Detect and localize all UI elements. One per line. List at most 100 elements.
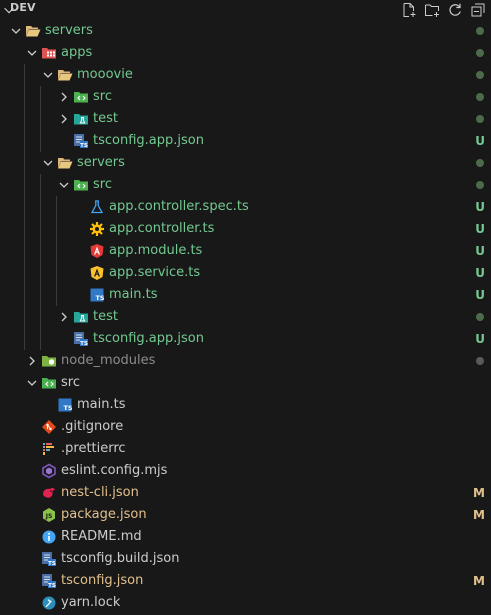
- test-flask-icon: [90, 200, 104, 214]
- tree-item-label: src: [61, 375, 80, 390]
- tree-item-label: src: [93, 89, 112, 104]
- tree-item-label: tsconfig.app.json: [93, 133, 204, 148]
- svg-text:TS: TS: [48, 583, 56, 589]
- tree-file-eslint-config-mjs[interactable]: eslint.config.mjs: [0, 460, 491, 482]
- folder-src-icon: [74, 92, 88, 103]
- tree-item-label: src: [93, 177, 112, 192]
- git-status-badge: U: [475, 332, 485, 346]
- tree-item-label: servers: [45, 23, 93, 38]
- tree-file-tsconfig-app-json[interactable]: TS tsconfig.app.json U: [0, 328, 491, 350]
- svg-text:TS: TS: [95, 294, 104, 302]
- tree-item-label: README.md: [61, 529, 142, 544]
- tree-file-app-controller-spec-ts[interactable]: app.controller.spec.ts U: [0, 196, 491, 218]
- chevron-down-icon[interactable]: [56, 177, 72, 193]
- tree-folder-src[interactable]: src: [0, 174, 491, 196]
- chevron-right-icon[interactable]: [56, 309, 72, 325]
- tsconfig-icon: TS: [42, 574, 56, 589]
- folder-node-icon: [42, 356, 56, 367]
- tree-item-label: .gitignore: [61, 419, 124, 434]
- status-dot: [476, 115, 484, 123]
- chevron-down-icon[interactable]: [40, 155, 56, 171]
- chevron-down-icon[interactable]: [40, 67, 56, 83]
- indent-guide: [40, 174, 41, 350]
- tree-file-gitignore[interactable]: .gitignore: [0, 416, 491, 438]
- tree-item-label: yarn.lock: [61, 595, 121, 610]
- chevron-down-icon[interactable]: [24, 375, 40, 391]
- tree-file-app-service-ts[interactable]: app.service.ts U: [0, 262, 491, 284]
- git-status-badge: U: [475, 266, 485, 280]
- tree-folder-servers[interactable]: servers: [0, 20, 491, 42]
- chevron-right-icon[interactable]: [56, 89, 72, 105]
- git-status-badge: U: [475, 134, 485, 148]
- tsconfig-icon: TS: [42, 552, 56, 567]
- tree-file-app-module-ts[interactable]: app.module.ts U: [0, 240, 491, 262]
- tree-item-label: eslint.config.mjs: [61, 463, 168, 478]
- tree-folder-src[interactable]: src: [0, 372, 491, 394]
- folder-apps-icon: [42, 48, 56, 59]
- git-status-badge: M: [473, 486, 485, 500]
- tree-file-yarn-lock[interactable]: yarn.lock: [0, 592, 491, 614]
- svg-text:TS: TS: [80, 143, 88, 149]
- new-file-icon[interactable]: [400, 1, 418, 19]
- tree-item-label: mooovie: [77, 67, 133, 82]
- folder-test-icon: [74, 312, 88, 323]
- chevron-right-icon[interactable]: [56, 111, 72, 127]
- tree-file-tsconfig-app-json[interactable]: TS tsconfig.app.json U: [0, 130, 491, 152]
- tree-file-app-controller-ts[interactable]: app.controller.ts U: [0, 218, 491, 240]
- tree-item-label: apps: [61, 45, 93, 60]
- git-status-badge: U: [475, 244, 485, 258]
- tree-file-package-json[interactable]: JS package.json M: [0, 504, 491, 526]
- svg-text:TS: TS: [80, 341, 88, 347]
- tsconfig-icon: TS: [74, 134, 88, 149]
- tree-item-label: main.ts: [77, 397, 126, 412]
- folder-test-icon: [74, 114, 88, 125]
- git-status-badge: U: [475, 222, 485, 236]
- tree-file-main-ts[interactable]: TS main.ts: [0, 394, 491, 416]
- tree-file-readme-md[interactable]: README.md: [0, 526, 491, 548]
- git-status-badge: U: [475, 288, 485, 302]
- chevron-down-icon[interactable]: [8, 23, 24, 39]
- chevron-right-icon[interactable]: [24, 353, 40, 369]
- tree-folder-test[interactable]: test: [0, 108, 491, 130]
- tree-item-label: package.json: [61, 507, 147, 522]
- tree-folder-servers[interactable]: servers: [0, 152, 491, 174]
- explorer-header[interactable]: DEV: [0, 0, 491, 20]
- new-folder-icon[interactable]: [423, 1, 441, 19]
- tree-folder-apps[interactable]: apps: [0, 42, 491, 64]
- tree-file-main-ts[interactable]: TS main.ts U: [0, 284, 491, 306]
- status-dot: [476, 93, 484, 101]
- tree-item-label: tsconfig.json: [61, 573, 144, 588]
- tree-folder-test[interactable]: test: [0, 306, 491, 328]
- tree-item-label: .prettierrc: [61, 441, 126, 456]
- tree-item-label: nest-cli.json: [61, 485, 139, 500]
- tree-folder-src[interactable]: src: [0, 86, 491, 108]
- folder-src-icon: [74, 180, 88, 191]
- status-dot: [476, 49, 484, 57]
- tree-item-label: servers: [77, 155, 125, 170]
- git-status-badge: M: [473, 508, 485, 522]
- tree-item-label: app.controller.spec.ts: [109, 199, 249, 214]
- collapse-all-icon[interactable]: [469, 1, 487, 19]
- tree-file-tsconfig-build-json[interactable]: TS tsconfig.build.json: [0, 548, 491, 570]
- tree-item-label: main.ts: [109, 287, 158, 302]
- typescript-icon: TS: [58, 398, 73, 412]
- tree-item-label: tsconfig.build.json: [61, 551, 180, 566]
- tree-file-prettierrc[interactable]: .prettierrc: [0, 438, 491, 460]
- chevron-down-icon[interactable]: [24, 45, 40, 61]
- prettier-icon: [43, 443, 54, 455]
- status-dot: [476, 313, 484, 321]
- folder-open-icon: [26, 26, 41, 37]
- folder-open-icon: [58, 70, 73, 81]
- status-dot: [476, 27, 484, 35]
- tree-file-nest-cli-json[interactable]: nest-cli.json M: [0, 482, 491, 504]
- status-dot: [476, 357, 484, 365]
- refresh-icon[interactable]: [446, 1, 464, 19]
- tree-file-tsconfig-json[interactable]: TS tsconfig.json M: [0, 570, 491, 592]
- tree-folder-mooovie[interactable]: mooovie: [0, 64, 491, 86]
- tree-item-label: app.service.ts: [109, 265, 201, 280]
- indent-guide: [56, 196, 57, 306]
- tree-folder-node-modules[interactable]: node_modules: [0, 350, 491, 372]
- indent-guide: [40, 86, 41, 152]
- nodejs-icon: JS: [43, 508, 55, 522]
- tree-item-label: node_modules: [61, 353, 156, 368]
